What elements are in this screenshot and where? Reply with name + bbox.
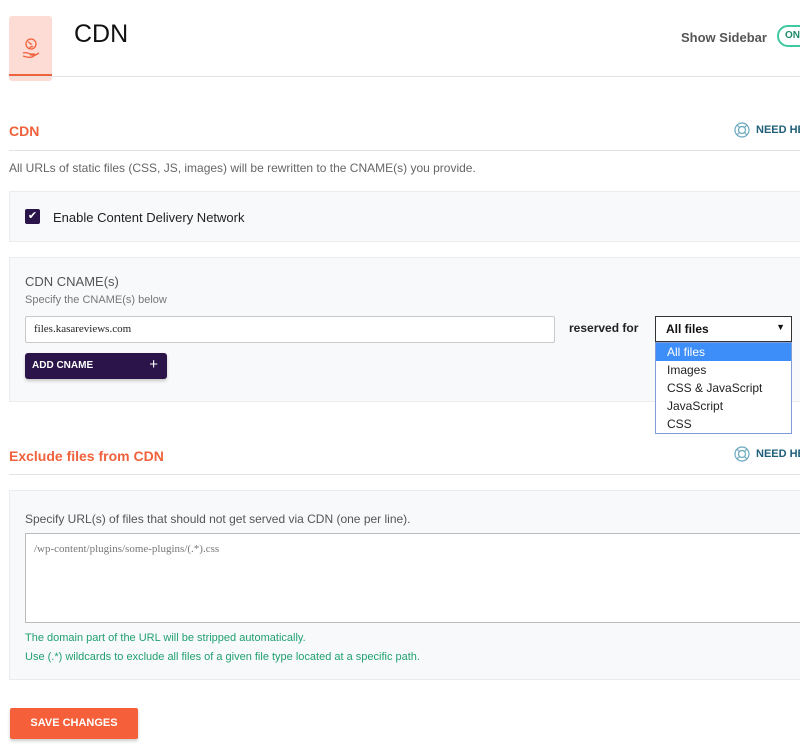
exclude-note: Use (.*) wildcards to exclude all files … bbox=[25, 651, 420, 663]
reserved-for-dropdown: All files Images CSS & JavaScript JavaSc… bbox=[655, 342, 792, 434]
lifebuoy-icon bbox=[734, 446, 750, 462]
enable-cdn-checkbox[interactable]: ✔ bbox=[25, 209, 40, 224]
reserved-for-label: reserved for bbox=[569, 321, 639, 335]
cname-title: CDN CNAME(s) bbox=[25, 274, 119, 289]
exclude-section-heading: Exclude files from CDN bbox=[9, 448, 164, 464]
option-css[interactable]: CSS bbox=[656, 415, 791, 433]
exclude-label: Specify URL(s) of files that should not … bbox=[25, 512, 411, 526]
cdn-description: All URLs of static files (CSS, JS, image… bbox=[9, 161, 476, 175]
add-cname-button[interactable]: ADD CNAME + bbox=[25, 353, 167, 379]
save-changes-button[interactable]: SAVE CHANGES bbox=[10, 708, 138, 739]
option-all-files[interactable]: All files bbox=[656, 343, 791, 361]
option-images[interactable]: Images bbox=[656, 361, 791, 379]
need-help-link[interactable]: NEED HELP? bbox=[734, 122, 800, 138]
chevron-down-icon: ▼ bbox=[776, 322, 785, 332]
need-help-link-exclude[interactable]: NEED HELP? bbox=[734, 446, 800, 462]
reserved-for-select[interactable]: All files ▼ bbox=[655, 316, 792, 342]
enable-cdn-label: Enable Content Delivery Network bbox=[53, 210, 245, 225]
exclude-note: The domain part of the URL will be strip… bbox=[25, 632, 306, 644]
add-cname-label: ADD CNAME bbox=[32, 360, 94, 371]
show-sidebar-label: Show Sidebar bbox=[681, 30, 767, 45]
need-help-label: NEED HELP? bbox=[756, 448, 800, 460]
cdn-section-heading: CDN bbox=[9, 123, 40, 139]
option-javascript[interactable]: JavaScript bbox=[656, 397, 791, 415]
need-help-label: NEED HELP? bbox=[756, 124, 800, 136]
section-divider bbox=[9, 150, 800, 151]
cdn-hand-globe-icon bbox=[9, 16, 52, 81]
selected-value: All files bbox=[666, 322, 709, 336]
header-divider bbox=[9, 76, 800, 77]
page-title: CDN bbox=[74, 20, 129, 48]
lifebuoy-icon bbox=[734, 122, 750, 138]
plus-icon: + bbox=[149, 356, 158, 373]
cname-input[interactable]: files.kasareviews.com bbox=[25, 316, 555, 343]
active-tab-underline bbox=[9, 74, 52, 76]
show-sidebar-toggle[interactable]: ON bbox=[777, 25, 800, 47]
option-css-javascript[interactable]: CSS & JavaScript bbox=[656, 379, 791, 397]
section-divider bbox=[9, 474, 800, 475]
cname-subtitle: Specify the CNAME(s) below bbox=[25, 294, 167, 306]
exclude-textarea[interactable]: /wp-content/plugins/some-plugins/(.*).cs… bbox=[25, 533, 800, 623]
